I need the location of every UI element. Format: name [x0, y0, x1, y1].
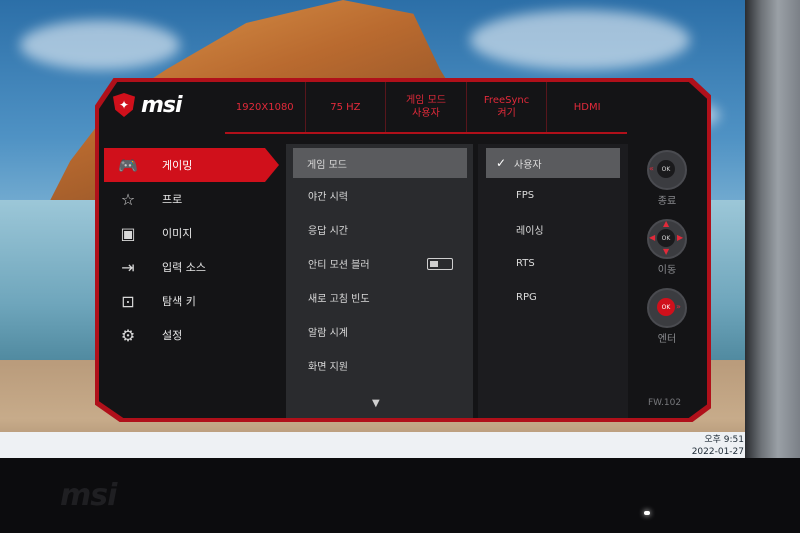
submenu-game-mode[interactable]: 게임 모드 — [293, 148, 467, 178]
ok-button-icon: OK — [657, 298, 675, 316]
menu-item-label: 설정 — [162, 329, 183, 342]
firmware-version: FW.102 — [648, 398, 682, 408]
taskbar — [0, 432, 745, 458]
arrow-down-icon: ▼ — [663, 247, 670, 256]
menu-item-gaming[interactable]: 🎮 게이밍 — [104, 148, 279, 182]
info-line1: 게임 모드 — [405, 95, 446, 106]
monitor-bezel-right — [745, 0, 800, 533]
navi-key-guide: OK « 종료 OK ▲ ▼ ◀ ▶ 이동 OK » 엔터 — [633, 150, 703, 357]
osd-logo: ✦ msi — [113, 90, 208, 120]
info-input: HDMI — [547, 82, 627, 132]
info-freesync: FreeSync 켜기 — [467, 82, 548, 132]
arrow-left-icon: « — [649, 164, 654, 173]
cloud — [470, 10, 690, 70]
arrow-right-icon: » — [676, 302, 681, 311]
menu-item-label: 입력 소스 — [162, 261, 206, 274]
option-label: 사용자 — [514, 159, 542, 171]
info-refresh-rate: 75 HZ — [306, 82, 387, 132]
info-line1: HDMI — [573, 101, 601, 113]
clock-date: 2022-01-27 — [691, 447, 744, 457]
arrow-left-icon: ◀ — [649, 233, 656, 242]
submenu-refresh-rate[interactable]: 새로 고침 빈도 — [286, 280, 473, 314]
submenu-response-time[interactable]: 응답 시간 — [286, 212, 473, 246]
menu-item-input-source[interactable]: ⇥ 입력 소스 — [104, 250, 279, 284]
clock-time: 오후 9:51 — [704, 435, 744, 445]
submenu-panel: 게임 모드 야간 시력 응답 시간 안티 모션 블러 새로 고침 빈도 알람 시… — [286, 144, 473, 418]
main-menu: 🎮 게이밍 ☆ 프로 ▣ 이미지 ⇥ 입력 소스 ⊡ 탐색 키 ⚙ 설정 — [104, 148, 279, 352]
scroll-down-icon[interactable]: ▼ — [372, 398, 380, 409]
submenu-alarm-clock[interactable]: 알람 시계 — [286, 314, 473, 348]
submenu-anti-motion-blur[interactable]: 안티 모션 블러 — [286, 246, 473, 280]
menu-item-label: 이미지 — [162, 227, 193, 240]
power-led — [644, 511, 650, 515]
info-line2: 켜기 — [497, 108, 516, 119]
info-line2: 사용자 — [412, 108, 440, 119]
checkmark-icon: ✓ — [496, 156, 507, 170]
option-user[interactable]: ✓ 사용자 — [486, 148, 620, 178]
submenu-label: 안티 모션 블러 — [308, 259, 370, 271]
msi-dragon-shield-icon: ✦ — [113, 93, 135, 117]
anti-motion-blur-toggle[interactable] — [427, 258, 453, 270]
info-line1: 1920X1080 — [235, 101, 294, 113]
settings-gear-icon: ⚙ — [120, 325, 136, 345]
nav-label-move: 이동 — [657, 265, 677, 276]
joystick-exit-icon: OK « — [647, 150, 687, 190]
image-icon: ▣ — [120, 223, 136, 243]
menu-item-label: 탐색 키 — [162, 295, 196, 308]
monitor-bezel-bottom — [0, 458, 800, 533]
option-racing[interactable]: 레이싱 — [478, 212, 628, 246]
menu-item-professional[interactable]: ☆ 프로 — [104, 182, 279, 216]
menu-item-navi-key[interactable]: ⊡ 탐색 키 — [104, 284, 279, 318]
menu-item-image[interactable]: ▣ 이미지 — [104, 216, 279, 250]
input-source-icon: ⇥ — [121, 257, 135, 277]
star-icon: ☆ — [120, 189, 136, 209]
ok-button-icon: OK — [657, 229, 675, 247]
taskbar-clock[interactable]: 오후 9:51 2022-01-27 — [692, 434, 744, 458]
monitor-brand-logo: msi — [60, 478, 117, 513]
submenu-screen-assistance[interactable]: 화면 지원 — [286, 348, 473, 382]
status-infobar: 1920X1080 75 HZ 게임 모드 사용자 FreeSync 켜기 HD… — [225, 82, 627, 134]
info-game-mode: 게임 모드 사용자 — [386, 82, 467, 132]
menu-item-settings[interactable]: ⚙ 설정 — [104, 318, 279, 352]
menu-item-label: 프로 — [162, 193, 183, 206]
osd-logo-text: msi — [141, 92, 183, 118]
navi-key-icon: ⊡ — [121, 291, 135, 311]
option-rpg[interactable]: RPG — [478, 280, 628, 314]
menu-item-label: 게이밍 — [162, 159, 193, 172]
gamepad-icon: 🎮 — [118, 155, 138, 175]
option-fps[interactable]: FPS — [478, 178, 628, 212]
submenu-night-vision[interactable]: 야간 시력 — [286, 178, 473, 212]
info-line1: 75 HZ — [330, 101, 361, 113]
info-resolution: 1920X1080 — [225, 82, 306, 132]
cloud — [20, 20, 180, 70]
option-rts[interactable]: RTS — [478, 246, 628, 280]
arrow-up-icon: ▲ — [663, 219, 670, 228]
arrow-right-icon: ▶ — [677, 233, 684, 242]
nav-label-enter: 엔터 — [657, 334, 677, 345]
ok-button-icon: OK — [657, 160, 675, 178]
nav-label-exit: 종료 — [657, 196, 677, 207]
joystick-enter-icon: OK » — [647, 288, 687, 328]
joystick-move-icon: OK ▲ ▼ ◀ ▶ — [647, 219, 687, 259]
options-panel: ✓ 사용자 FPS 레이싱 RTS RPG — [478, 144, 628, 418]
info-line1: FreeSync — [483, 95, 530, 106]
